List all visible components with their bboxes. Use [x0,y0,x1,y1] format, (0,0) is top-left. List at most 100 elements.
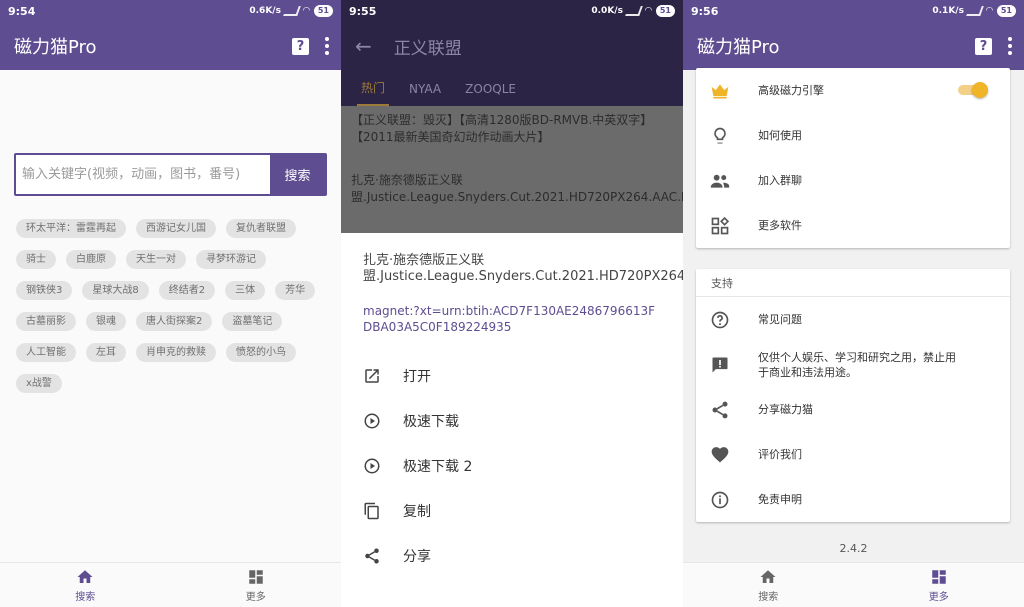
nav-more[interactable]: 更多 [854,563,1024,607]
tab-nyaa[interactable]: NYAA [397,82,453,106]
how-to-use-row[interactable]: 如何使用 [696,113,1010,158]
back-arrow-icon[interactable]: ← [355,34,372,58]
fast-download-button[interactable]: 极速下载 [363,398,663,443]
app-bar: 磁力猫Pro ? [683,22,1024,70]
more-apps-row[interactable]: 更多软件 [696,203,1010,248]
rate-us-row[interactable]: 评价我们 [696,432,1010,477]
app-bar: 磁力猫Pro ? [0,22,341,70]
advanced-engine-toggle[interactable] [956,82,988,98]
wifi-icon: ◠ [985,6,993,16]
hot-tags: 环太平洋：雷霆再起 西游记女儿国 复仇者联盟 骑士 白鹿原 天生一对 寻梦环游记… [16,219,331,393]
tab-hot[interactable]: 热门 [349,79,397,106]
status-bar: 9:54 0.6K/s ◠ 51 [0,0,341,22]
hot-tag[interactable]: 左耳 [86,343,126,362]
nav-search[interactable]: 搜索 [683,563,854,607]
signal-icon [283,6,301,16]
nav-more-label: 更多 [928,591,949,603]
dashboard-icon [249,569,263,584]
nav-more-label: 更多 [245,591,266,603]
app-title: 磁力猫Pro [14,37,97,58]
play-circle-icon [364,413,380,428]
bottom-nav: 搜索 更多 [683,562,1024,607]
torrent-name: 扎克·施奈德版正义联盟.Justice.League.Snyders.Cut.2… [363,253,683,284]
status-icons: 0.1K/s ◠ 51 [932,5,1016,17]
copy-button[interactable]: 复制 [363,488,663,533]
nav-search-label: 搜索 [758,591,779,603]
hot-tag[interactable]: 人工智能 [16,343,76,362]
hot-tag[interactable]: 骑士 [16,250,56,269]
support-header: 支持 [696,269,1010,297]
nav-search[interactable]: 搜索 [0,563,171,607]
disclaimer-label: 免责申明 [758,493,802,506]
share-button[interactable]: 分享 [363,533,663,578]
hot-tag[interactable]: 星球大战8 [82,281,149,300]
nav-more[interactable]: 更多 [171,563,342,607]
faq-row[interactable]: 常见问题 [696,297,1010,342]
hot-tag[interactable]: 肖申克的救赎 [136,343,216,362]
hot-tag[interactable]: x战警 [16,374,62,393]
status-icons: 0.0K/s ◠ 51 [591,5,675,17]
magnet-link[interactable]: magnet:?xt=urn:btih:ACD7F130AE2486796613… [363,303,663,335]
hot-tag[interactable]: 芳华 [275,281,316,300]
play-circle-icon [364,458,380,473]
hot-tag[interactable]: 三体 [225,281,266,300]
help-icon[interactable]: ? [292,37,309,55]
share-label: 分享 [403,548,431,565]
list-item[interactable]: 【正义联盟：毁灭】【高清1280版BD-RMVB.中英双字】【2011最新美国奇… [351,112,673,150]
status-time: 9:54 [8,4,36,18]
nav-search-label: 搜索 [75,591,96,603]
search-button[interactable]: 搜索 [270,155,325,194]
advanced-engine-label: 高级磁力引擎 [758,84,824,97]
disclaimer-row[interactable]: 免责申明 [696,477,1010,522]
crown-icon [711,83,729,98]
battery-icon: 51 [996,5,1016,17]
open-external-icon [365,368,379,383]
help-circle-icon [711,311,729,328]
hot-tag[interactable]: 寻梦环游记 [196,250,266,269]
hot-tag[interactable]: 天生一对 [126,250,186,269]
hot-tag[interactable]: 复仇者联盟 [226,219,296,238]
list-item[interactable]: 扎克·施奈德版正义联盟.Justice.League.Snyders.Cut.2… [351,172,683,210]
more-vert-icon[interactable] [325,37,329,55]
dashboard-icon [932,569,946,584]
disclaimer-note-label: 仅供个人娱乐、学习和研究之用，禁止用于商业和违法用途。 [758,350,956,379]
advanced-engine-row[interactable]: 高级磁力引擎 [696,68,1010,113]
disclaimer-note-row[interactable]: 仅供个人娱乐、学习和研究之用，禁止用于商业和违法用途。 [696,342,1010,387]
help-icon[interactable]: ? [975,37,992,55]
copy-icon [364,502,379,519]
hot-tag[interactable]: 钢铁侠3 [16,281,73,300]
more-vert-icon[interactable] [1008,37,1012,55]
hot-tag[interactable]: 西游记女儿国 [136,219,216,238]
hot-tag[interactable]: 银魂 [86,312,126,331]
status-bar: 9:55 0.0K/s ◠ 51 [341,0,683,22]
hot-tag[interactable]: 唐人街探案2 [136,312,213,331]
hot-tag[interactable]: 古墓丽影 [16,312,76,331]
fast-download-label: 极速下载 [403,413,459,430]
status-icons: 0.6K/s ◠ 51 [249,5,333,17]
page-title: 正义联盟 [393,38,462,59]
features-card: 高级磁力引擎 如何使用 加入群聊 更多软件 [696,68,1010,248]
home-icon [760,569,776,583]
status-time: 9:56 [691,4,719,18]
hot-tag[interactable]: 终结者2 [158,281,216,300]
hot-tag[interactable]: 愤怒的小鸟 [226,343,296,362]
fast-download-2-button[interactable]: 极速下载 2 [363,443,663,488]
search-input[interactable] [16,155,270,194]
hot-tag[interactable]: 盗墓笔记 [222,312,283,331]
hot-tag[interactable]: 环太平洋：雷霆再起 [16,219,126,238]
battery-icon: 51 [655,5,675,17]
app-bar: ← 正义联盟 [341,22,683,70]
hot-tag[interactable]: 白鹿原 [66,250,116,269]
network-speed: 0.6K/s [249,6,281,16]
home-icon [77,569,93,583]
open-button[interactable]: 打开 [363,353,663,398]
share-app-row[interactable]: 分享磁力猫 [696,387,1010,432]
faq-label: 常见问题 [758,313,802,326]
status-bar: 9:56 0.1K/s ◠ 51 [683,0,1024,22]
fast-download-2-label: 极速下载 2 [403,458,473,475]
tab-zooqle[interactable]: ZOOQLE [453,82,528,106]
join-group-row[interactable]: 加入群聊 [696,158,1010,203]
signal-icon [625,6,643,16]
share-icon [365,548,379,563]
open-label: 打开 [403,368,431,385]
